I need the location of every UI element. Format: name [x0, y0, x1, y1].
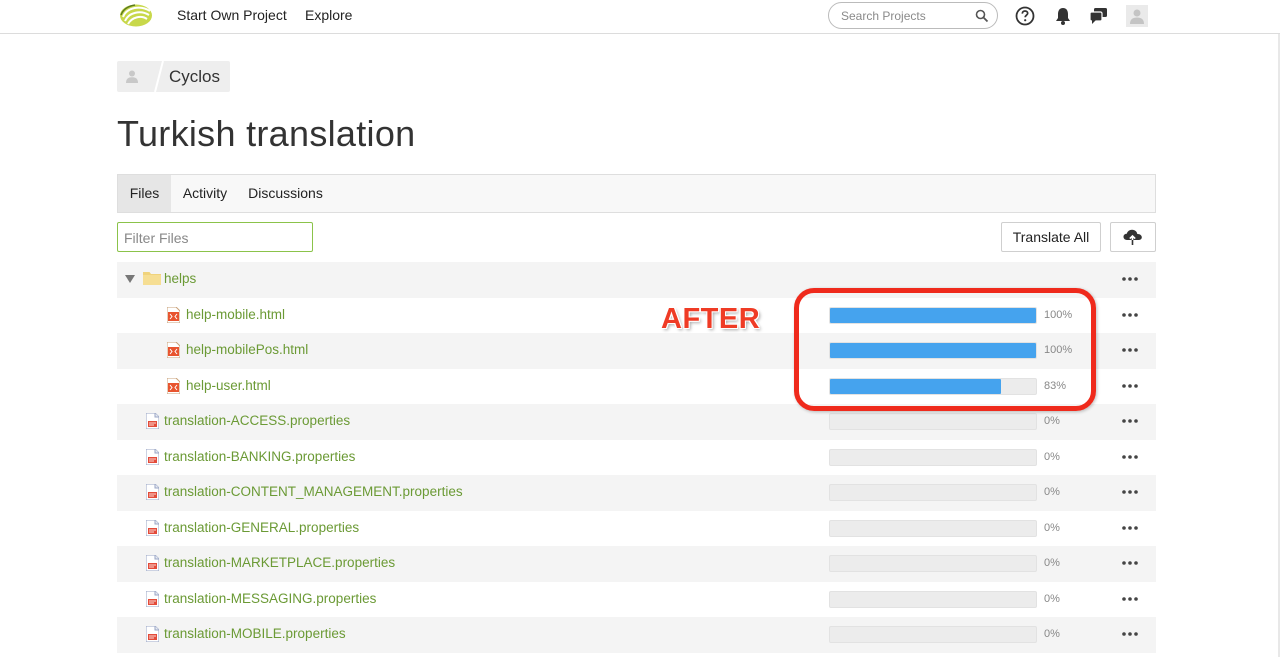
- chat-icon[interactable]: [1088, 5, 1110, 27]
- nav-explore[interactable]: Explore: [305, 7, 352, 23]
- progress-bar: [829, 555, 1037, 572]
- progress-percent: 0%: [1044, 450, 1060, 463]
- expand-caret-icon[interactable]: [125, 275, 135, 283]
- file-name[interactable]: translation-GENERAL.properties: [164, 520, 359, 535]
- page-title: Turkish translation: [117, 113, 416, 154]
- progress-bar: [829, 590, 1037, 608]
- cloud-upload-button[interactable]: [1110, 222, 1156, 252]
- file-name[interactable]: translation-ACCESS.properties: [164, 413, 350, 428]
- file-row[interactable]: translation-BANKING.properties 0%: [117, 440, 1156, 476]
- properties-file-icon: [146, 413, 159, 429]
- file-name[interactable]: translation-MESSAGING.properties: [164, 591, 376, 606]
- progress-percent: 0%: [1044, 557, 1060, 569]
- progress-percent: 0%: [1044, 486, 1060, 498]
- progress-percent: 0%: [1044, 592, 1060, 605]
- help-icon[interactable]: [1014, 5, 1036, 27]
- html-file-icon: [167, 377, 180, 394]
- file-row[interactable]: translation-MOBILE.properties 0%: [117, 617, 1156, 653]
- more-options-icon[interactable]: [1121, 519, 1139, 537]
- file-name[interactable]: help-mobilePos.html: [186, 342, 308, 357]
- user-avatar-icon[interactable]: [1126, 5, 1148, 27]
- progress-bar: [829, 484, 1037, 501]
- file-row[interactable]: translation-CONTENT_MANAGEMENT.propertie…: [117, 475, 1156, 511]
- file-name[interactable]: help-mobile.html: [186, 307, 285, 322]
- file-row[interactable]: translation-GENERAL.properties 0%: [117, 511, 1156, 547]
- properties-file-icon: [146, 519, 159, 536]
- more-options-icon[interactable]: [1121, 306, 1139, 324]
- top-navbar: Start Own Project Explore: [0, 0, 1280, 34]
- more-options-icon[interactable]: [1121, 554, 1139, 572]
- properties-file-icon: [146, 448, 159, 465]
- breadcrumb[interactable]: Cyclos: [117, 61, 230, 92]
- tab-bar: Files Activity Discussions: [117, 174, 1156, 213]
- more-options-icon[interactable]: [1121, 341, 1139, 359]
- progress-bar: [829, 448, 1037, 466]
- file-name[interactable]: translation-CONTENT_MANAGEMENT.propertie…: [164, 484, 463, 499]
- properties-file-icon: [146, 555, 159, 571]
- progress-percent: 0%: [1044, 628, 1060, 640]
- html-file-icon: [167, 306, 180, 323]
- properties-file-icon: [146, 484, 159, 500]
- folder-icon: [143, 272, 161, 285]
- translate-all-button[interactable]: Translate All: [1001, 222, 1101, 252]
- search-input[interactable]: [841, 7, 971, 25]
- tab-discussions[interactable]: Discussions: [239, 175, 332, 212]
- logo-icon[interactable]: [119, 3, 153, 28]
- progress-percent: 0%: [1044, 415, 1060, 427]
- properties-file-icon: [146, 590, 159, 607]
- more-options-icon[interactable]: [1121, 377, 1139, 395]
- more-options-icon[interactable]: [1121, 448, 1139, 466]
- more-options-icon[interactable]: [1121, 412, 1139, 430]
- tab-files[interactable]: Files: [118, 175, 171, 212]
- file-name[interactable]: translation-BANKING.properties: [164, 449, 355, 464]
- file-name[interactable]: help-user.html: [186, 378, 271, 393]
- annotation-label: AFTER: [661, 303, 761, 335]
- filter-files-input[interactable]: [124, 229, 304, 247]
- bell-icon[interactable]: [1052, 5, 1074, 27]
- breadcrumb-project-label[interactable]: Cyclos: [169, 67, 220, 87]
- cloud-upload-icon: [1123, 229, 1142, 245]
- properties-file-icon: [146, 626, 159, 642]
- progress-bar: [829, 413, 1037, 430]
- file-row[interactable]: translation-MESSAGING.properties 0%: [117, 582, 1156, 618]
- annotation-highlight-box: [794, 288, 1096, 411]
- progress-bar: [829, 626, 1037, 643]
- more-options-icon[interactable]: [1121, 590, 1139, 608]
- search-icon[interactable]: [975, 9, 989, 23]
- file-name[interactable]: translation-MOBILE.properties: [164, 626, 346, 641]
- breadcrumb-separator: [154, 61, 164, 92]
- progress-bar: [829, 519, 1037, 537]
- progress-percent: 0%: [1044, 521, 1060, 534]
- folder-name[interactable]: helps: [164, 271, 196, 286]
- more-options-icon[interactable]: [1121, 625, 1139, 643]
- nav-start-own-project[interactable]: Start Own Project: [177, 7, 287, 23]
- file-row[interactable]: translation-MARKETPLACE.properties 0%: [117, 546, 1156, 582]
- project-owner-avatar-icon: [126, 70, 138, 83]
- search-box[interactable]: [828, 2, 998, 29]
- filter-files-box[interactable]: [117, 222, 313, 252]
- file-name[interactable]: translation-MARKETPLACE.properties: [164, 555, 395, 570]
- more-options-icon[interactable]: [1121, 483, 1139, 501]
- more-options-icon[interactable]: [1121, 270, 1139, 288]
- html-file-icon: [167, 342, 180, 358]
- tab-activity[interactable]: Activity: [171, 175, 239, 212]
